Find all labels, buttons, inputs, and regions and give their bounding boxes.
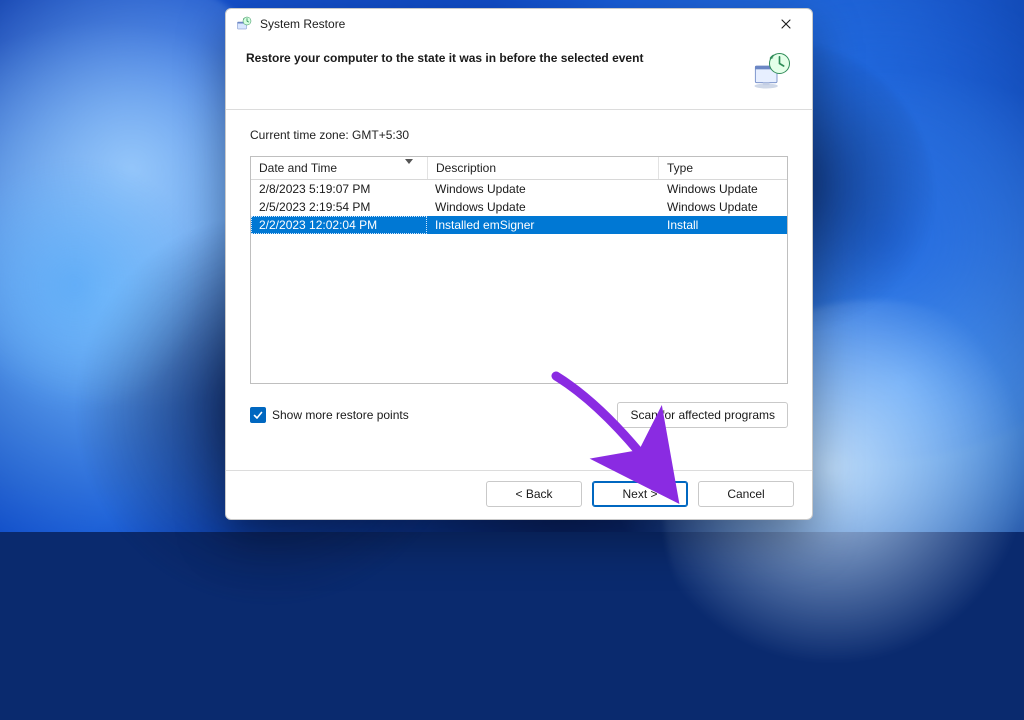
cell-description: Windows Update [427,198,659,216]
window-title: System Restore [260,17,764,31]
show-more-restore-points-checkbox[interactable]: Show more restore points [250,407,617,423]
system-restore-icon [236,16,252,32]
wizard-footer: < Back Next > Cancel [226,471,812,519]
cell-type: Install [659,216,787,234]
table-row[interactable]: 2/2/2023 12:02:04 PMInstalled emSignerIn… [251,216,787,234]
checkbox-checked-icon [250,407,266,423]
column-header-description[interactable]: Description [428,157,659,179]
cell-datetime: 2/2/2023 12:02:04 PM [251,216,427,234]
show-more-restore-points-label: Show more restore points [272,408,409,422]
scan-affected-programs-button[interactable]: Scan for affected programs [617,402,788,428]
table-header: Date and Time Description Type [251,157,787,180]
table-row[interactable]: 2/8/2023 5:19:07 PMWindows UpdateWindows… [251,180,787,198]
close-icon [781,19,791,29]
back-button[interactable]: < Back [486,481,582,507]
wizard-heading: Restore your computer to the state it wa… [246,51,740,65]
wizard-header: Restore your computer to the state it wa… [226,39,812,110]
cell-type: Windows Update [659,180,787,198]
cell-description: Installed emSigner [427,216,659,234]
column-header-datetime[interactable]: Date and Time [251,157,428,179]
timezone-label: Current time zone: GMT+5:30 [250,128,788,142]
restore-points-table[interactable]: Date and Time Description Type 2/8/2023 … [250,156,788,384]
next-button[interactable]: Next > [592,481,688,507]
table-row[interactable]: 2/5/2023 2:19:54 PMWindows UpdateWindows… [251,198,787,216]
cell-datetime: 2/8/2023 5:19:07 PM [251,180,427,198]
system-restore-large-icon [752,51,792,91]
column-header-type[interactable]: Type [659,157,787,179]
cell-type: Windows Update [659,198,787,216]
titlebar[interactable]: System Restore [226,9,812,39]
cancel-button[interactable]: Cancel [698,481,794,507]
system-restore-window: System Restore Restore your computer to … [225,8,813,520]
cell-datetime: 2/5/2023 2:19:54 PM [251,198,427,216]
close-button[interactable] [764,9,808,39]
cell-description: Windows Update [427,180,659,198]
